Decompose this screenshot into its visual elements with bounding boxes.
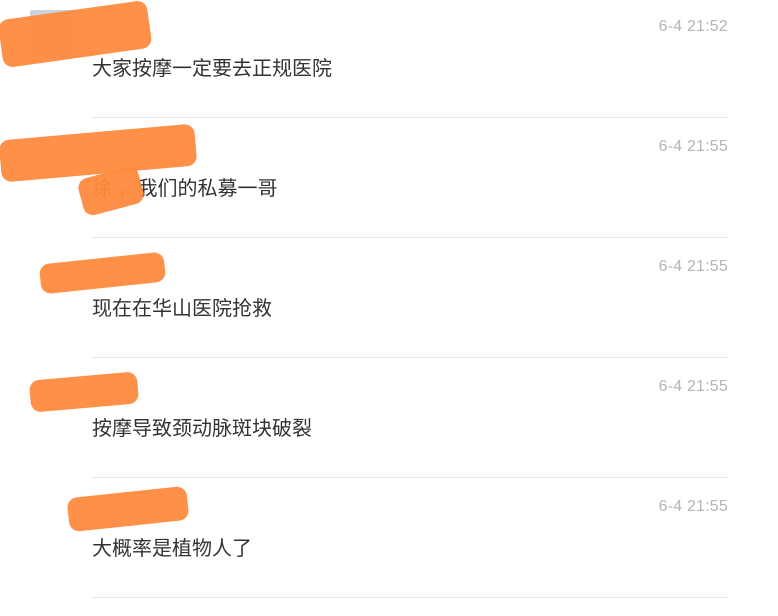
- message-timestamp: 6-4 21:55: [658, 498, 728, 515]
- message-text: 大家按摩一定要去正规医院: [92, 58, 332, 80]
- message-item: 6-4 21:55 大概率是植物人了: [0, 480, 778, 600]
- divider: [92, 357, 728, 358]
- message-item: 6-4 21:55 现在在华山医院抢救: [0, 240, 778, 360]
- message-text: 按摩导致颈动脉斑块破裂: [92, 418, 312, 440]
- divider: [92, 477, 728, 478]
- message-timestamp: 6-4 21:55: [658, 138, 728, 155]
- redaction-mark: [28, 371, 140, 413]
- message-timestamp: 6-4 21:55: [658, 378, 728, 395]
- message-item: 6-4 21:55 徐 ，我们的私募一哥: [0, 120, 778, 240]
- divider: [92, 597, 728, 598]
- message-text: 现在在华山医院抢救: [92, 298, 272, 320]
- redaction-mark: [66, 485, 190, 533]
- chat-message-list: 6-4 21:52 大家按摩一定要去正规医院 6-4 21:55 徐 ，我们的私…: [0, 0, 778, 616]
- message-timestamp: 6-4 21:52: [658, 18, 728, 35]
- message-text: 大概率是植物人了: [92, 538, 252, 560]
- redaction-mark: [38, 251, 167, 295]
- message-item: 6-4 21:52 大家按摩一定要去正规医院: [0, 0, 778, 120]
- divider: [92, 117, 728, 118]
- message-timestamp: 6-4 21:55: [658, 258, 728, 275]
- divider: [92, 237, 728, 238]
- message-item: 6-4 21:55 按摩导致颈动脉斑块破裂: [0, 360, 778, 480]
